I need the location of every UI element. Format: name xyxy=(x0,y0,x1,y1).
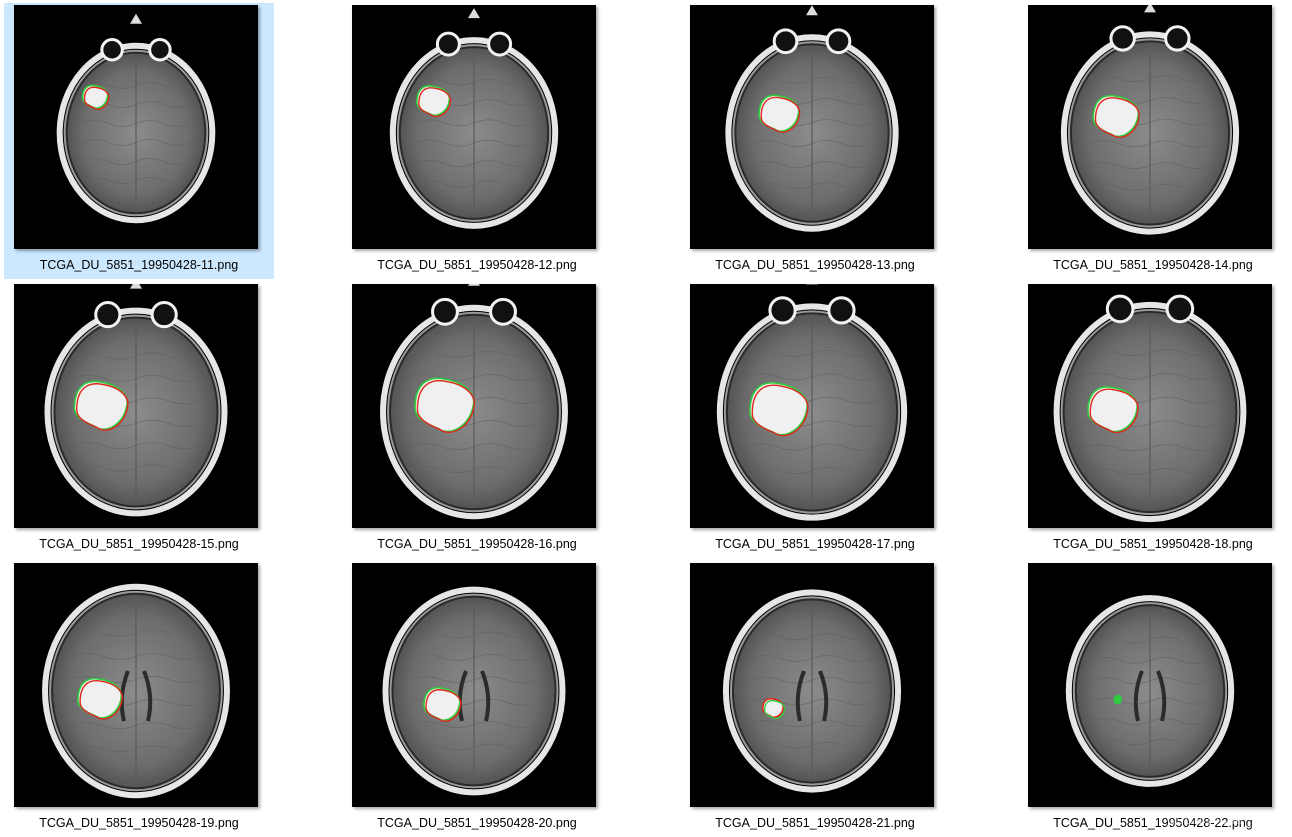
orbit-shape xyxy=(1109,25,1136,52)
file-item[interactable]: TCGA_DU_5851_19950428-22.png xyxy=(1018,561,1288,837)
file-name-label[interactable]: TCGA_DU_5851_19950428-15.png xyxy=(4,537,274,551)
mri-thumbnail[interactable] xyxy=(1028,563,1272,807)
mri-thumbnail[interactable] xyxy=(1028,284,1272,528)
mri-thumbnail[interactable] xyxy=(14,284,258,528)
file-name-label[interactable]: TCGA_DU_5851_19950428-19.png xyxy=(4,816,274,830)
file-name-label[interactable]: TCGA_DU_5851_19950428-17.png xyxy=(680,537,950,551)
file-name-label[interactable]: TCGA_DU_5851_19950428-21.png xyxy=(680,816,950,830)
mri-thumbnail[interactable] xyxy=(352,284,596,528)
file-name-label[interactable]: TCGA_DU_5851_19950428-18.png xyxy=(1018,537,1288,551)
file-item[interactable]: TCGA_DU_5851_19950428-13.png xyxy=(680,3,950,279)
orbit-shape xyxy=(825,28,852,55)
orbit-shape xyxy=(148,38,172,62)
file-item[interactable]: TCGA_DU_5851_19950428-21.png xyxy=(680,561,950,837)
orbit-shape xyxy=(431,297,459,326)
file-item[interactable]: TCGA_DU_5851_19950428-18.png xyxy=(1018,282,1288,558)
orbit-shape xyxy=(772,28,799,55)
file-name-label[interactable]: TCGA_DU_5851_19950428-11.png xyxy=(4,258,274,272)
orbit-shape xyxy=(827,296,856,325)
orbit-shape xyxy=(489,297,517,326)
orbit-shape xyxy=(487,31,513,57)
mri-thumbnail[interactable] xyxy=(690,5,934,249)
mri-thumbnail[interactable] xyxy=(690,563,934,807)
mri-thumbnail[interactable] xyxy=(14,563,258,807)
file-name-label[interactable]: TCGA_DU_5851_19950428-13.png xyxy=(680,258,950,272)
file-item[interactable]: TCGA_DU_5851_19950428-14.png xyxy=(1018,3,1288,279)
file-item[interactable]: TCGA_DU_5851_19950428-17.png xyxy=(680,282,950,558)
tumor-contour-green xyxy=(1113,694,1123,705)
file-name-label[interactable]: TCGA_DU_5851_19950428-16.png xyxy=(342,537,612,551)
file-name-label[interactable]: TCGA_DU_5851_19950428-12.png xyxy=(342,258,612,272)
orbit-shape xyxy=(1165,294,1195,324)
mri-thumbnail[interactable] xyxy=(1028,5,1272,249)
file-item[interactable]: TCGA_DU_5851_19950428-11.png xyxy=(4,3,274,279)
mri-thumbnail[interactable] xyxy=(14,5,258,249)
file-name-label[interactable]: TCGA_DU_5851_19950428-20.png xyxy=(342,816,612,830)
mri-thumbnail[interactable] xyxy=(352,563,596,807)
orbit-shape xyxy=(768,296,797,325)
mri-thumbnail[interactable] xyxy=(352,5,596,249)
orbit-shape xyxy=(150,301,178,329)
file-item[interactable]: TCGA_DU_5851_19950428-16.png xyxy=(342,282,612,558)
orbit-shape xyxy=(100,38,124,62)
file-item[interactable]: TCGA_DU_5851_19950428-20.png xyxy=(342,561,612,837)
orbit-shape xyxy=(94,301,122,329)
orbit-shape xyxy=(435,31,461,57)
file-item[interactable]: TCGA_DU_5851_19950428-19.png xyxy=(4,561,274,837)
orbit-shape xyxy=(1105,294,1135,324)
watermark-text: CSDN @Cao___er xyxy=(1166,813,1276,827)
mri-thumbnail[interactable] xyxy=(690,284,934,528)
file-item[interactable]: TCGA_DU_5851_19950428-12.png xyxy=(342,3,612,279)
file-grid: TCGA_DU_5851_19950428-11.png TCGA_DU_5851… xyxy=(0,0,1292,835)
file-name-label[interactable]: TCGA_DU_5851_19950428-14.png xyxy=(1018,258,1288,272)
file-item[interactable]: TCGA_DU_5851_19950428-15.png xyxy=(4,282,274,558)
orbit-shape xyxy=(1164,25,1191,52)
